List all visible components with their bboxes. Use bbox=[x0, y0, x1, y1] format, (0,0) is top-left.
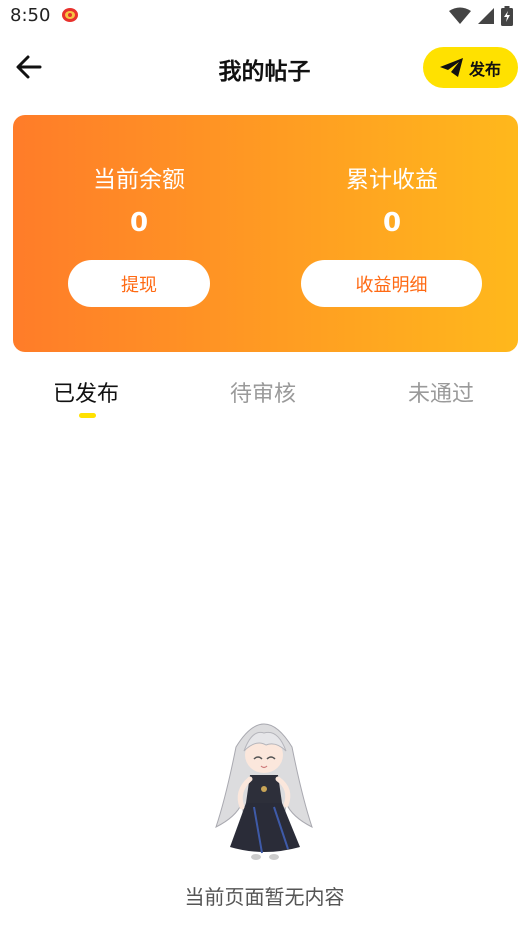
status-time: 8:50 bbox=[10, 5, 51, 26]
empty-state-message: 当前页面暂无内容 bbox=[184, 885, 345, 909]
withdraw-button[interactable]: 提现 bbox=[68, 260, 210, 307]
app-notification-icon bbox=[62, 8, 78, 22]
income-detail-button[interactable]: 收益明细 bbox=[301, 260, 482, 307]
tab-rejected[interactable]: 未通过 bbox=[408, 376, 474, 408]
paper-plane-icon bbox=[439, 57, 463, 77]
current-balance-value: 0 bbox=[129, 208, 149, 238]
current-balance-section: 当前余额 0 bbox=[59, 115, 219, 238]
post-status-tabs: 已发布 待审核 未通过 bbox=[0, 376, 529, 426]
total-income-value: 0 bbox=[382, 208, 402, 238]
publish-label: 发布 bbox=[468, 59, 501, 79]
active-tab-indicator bbox=[79, 413, 96, 418]
empty-state-character-illustration bbox=[215, 723, 313, 860]
app-header: 我的帖子 发布 bbox=[0, 44, 529, 92]
status-bar: 8:50 bbox=[0, 0, 529, 34]
current-balance-label: 当前余额 bbox=[93, 167, 185, 193]
tab-published[interactable]: 已发布 bbox=[53, 376, 119, 408]
status-icons bbox=[449, 6, 513, 26]
battery-icon bbox=[501, 6, 513, 26]
publish-button[interactable]: 发布 bbox=[423, 47, 518, 88]
total-income-label: 累计收益 bbox=[346, 167, 438, 193]
signal-icon bbox=[478, 8, 494, 24]
tab-pending-review[interactable]: 待审核 bbox=[230, 376, 296, 408]
earnings-card: 当前余额 0 累计收益 0 提现 收益明细 bbox=[13, 115, 518, 352]
wifi-icon bbox=[449, 7, 471, 24]
total-income-section: 累计收益 0 bbox=[291, 115, 493, 238]
